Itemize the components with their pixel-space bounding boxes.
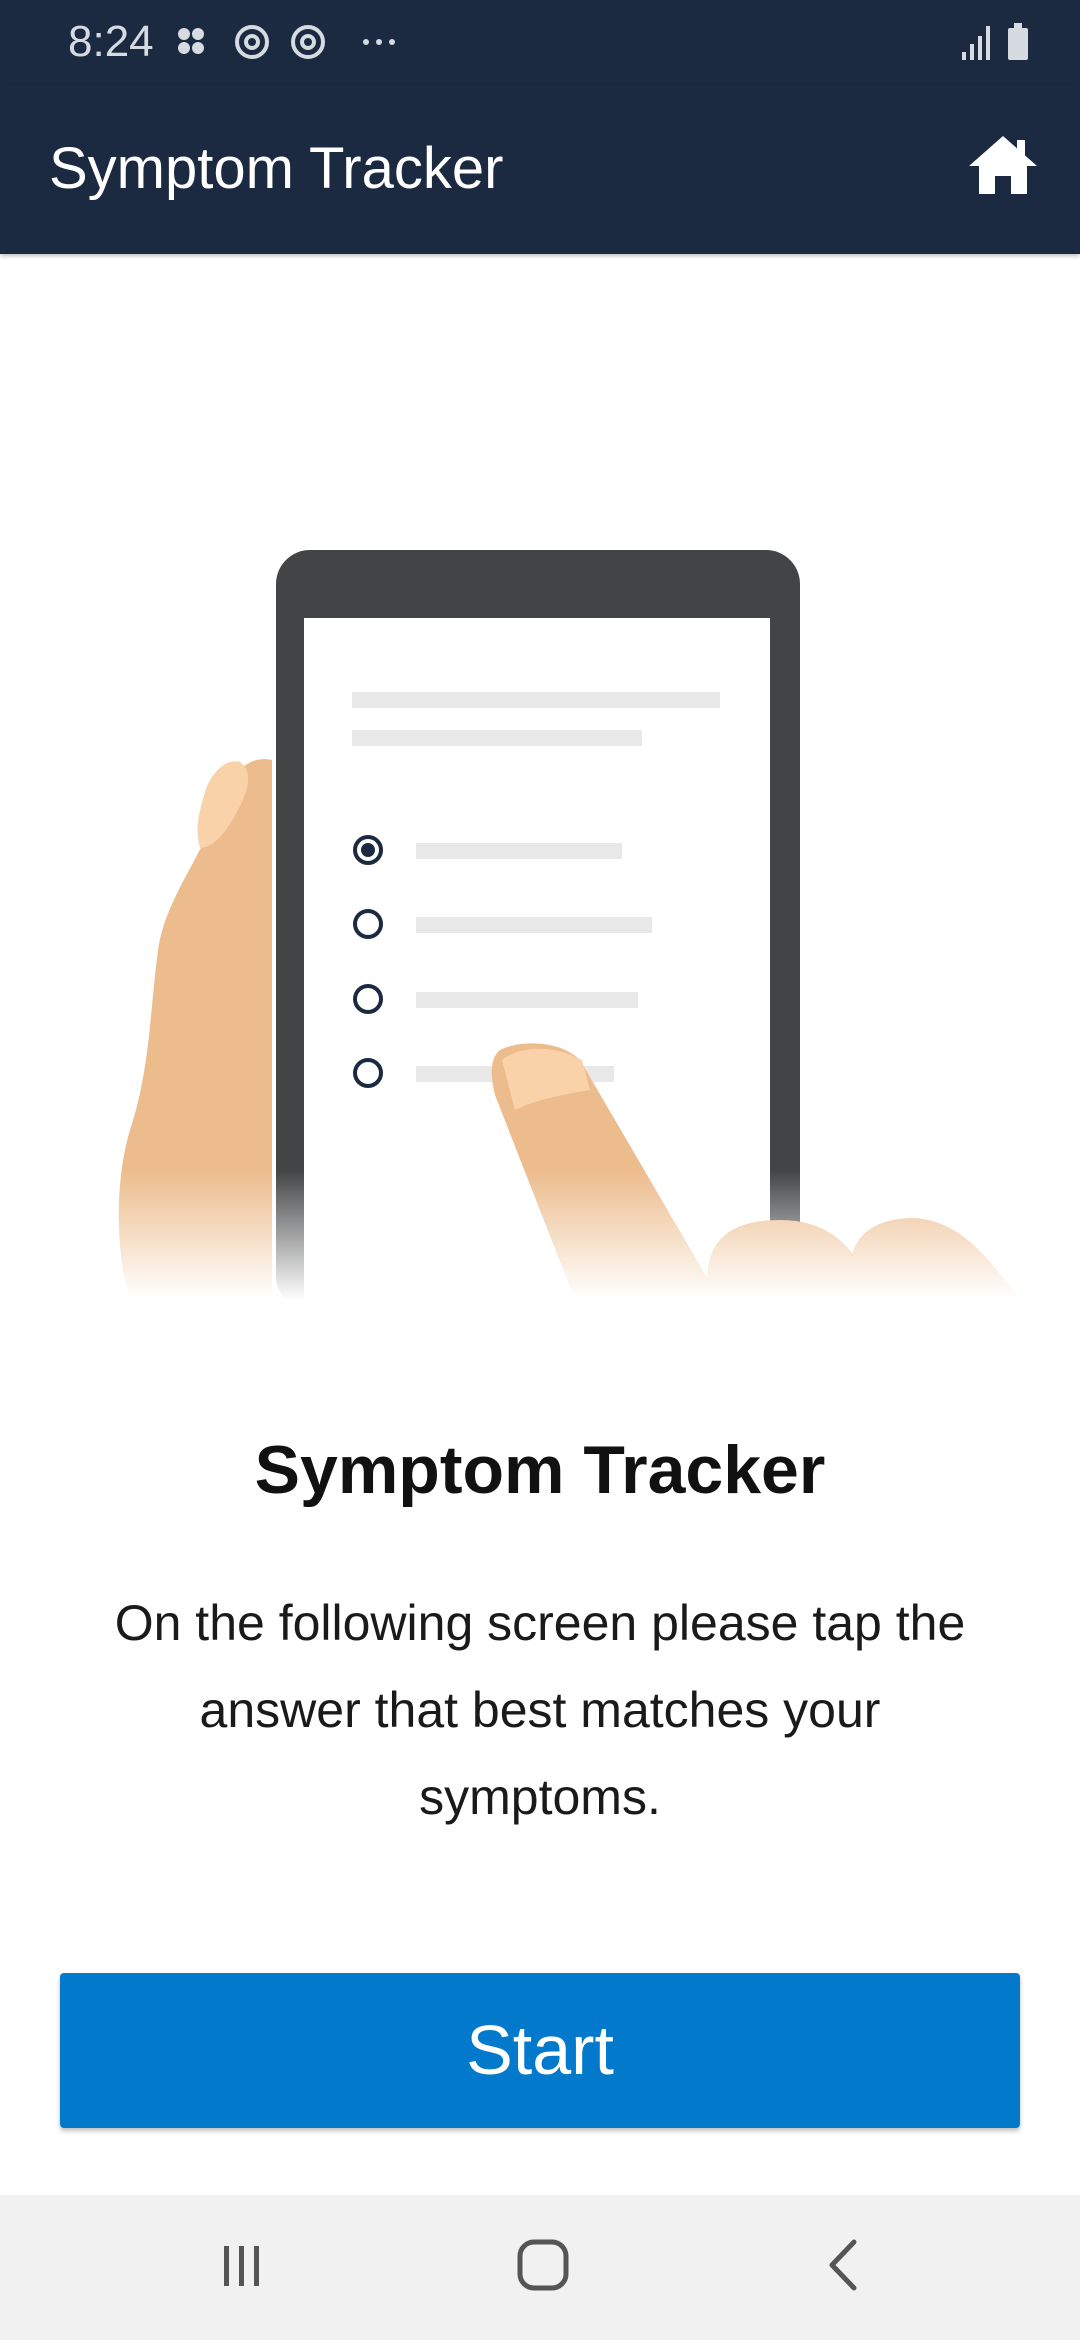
recent-apps-button[interactable] [172,2215,312,2315]
more-dots-icon [363,39,395,45]
screen: 8:24 Symptom Tracker Symptom Tracker On … [0,0,1080,2340]
instructions-text: On the following screen please tap the a… [114,1595,966,1825]
sync-icon [291,25,325,59]
status-system-icons [962,23,1028,60]
app-grid-icon [178,28,204,54]
home-button[interactable] [960,122,1046,208]
status-notification-icons [178,25,395,59]
home-icon [969,136,1037,194]
page-heading: Symptom Tracker [254,1432,826,1508]
back-icon [829,2239,857,2291]
home-nav-button[interactable] [473,2215,613,2315]
status-time: 8:24 [68,17,154,66]
start-button[interactable]: Start [60,1973,1020,2128]
battery-icon [1008,23,1028,60]
recent-apps-icon [224,2246,259,2286]
home-circle-icon [517,2239,569,2291]
hand-holding-phone-illustration [0,550,1080,1300]
status-bar: 8:24 [0,0,1080,84]
app-bar: Symptom Tracker [0,84,1080,254]
signal-icon [962,26,990,60]
sync-icon [235,25,269,59]
system-nav-bar [0,2195,1080,2340]
app-title: Symptom Tracker [49,136,504,201]
back-button[interactable] [774,2215,914,2315]
